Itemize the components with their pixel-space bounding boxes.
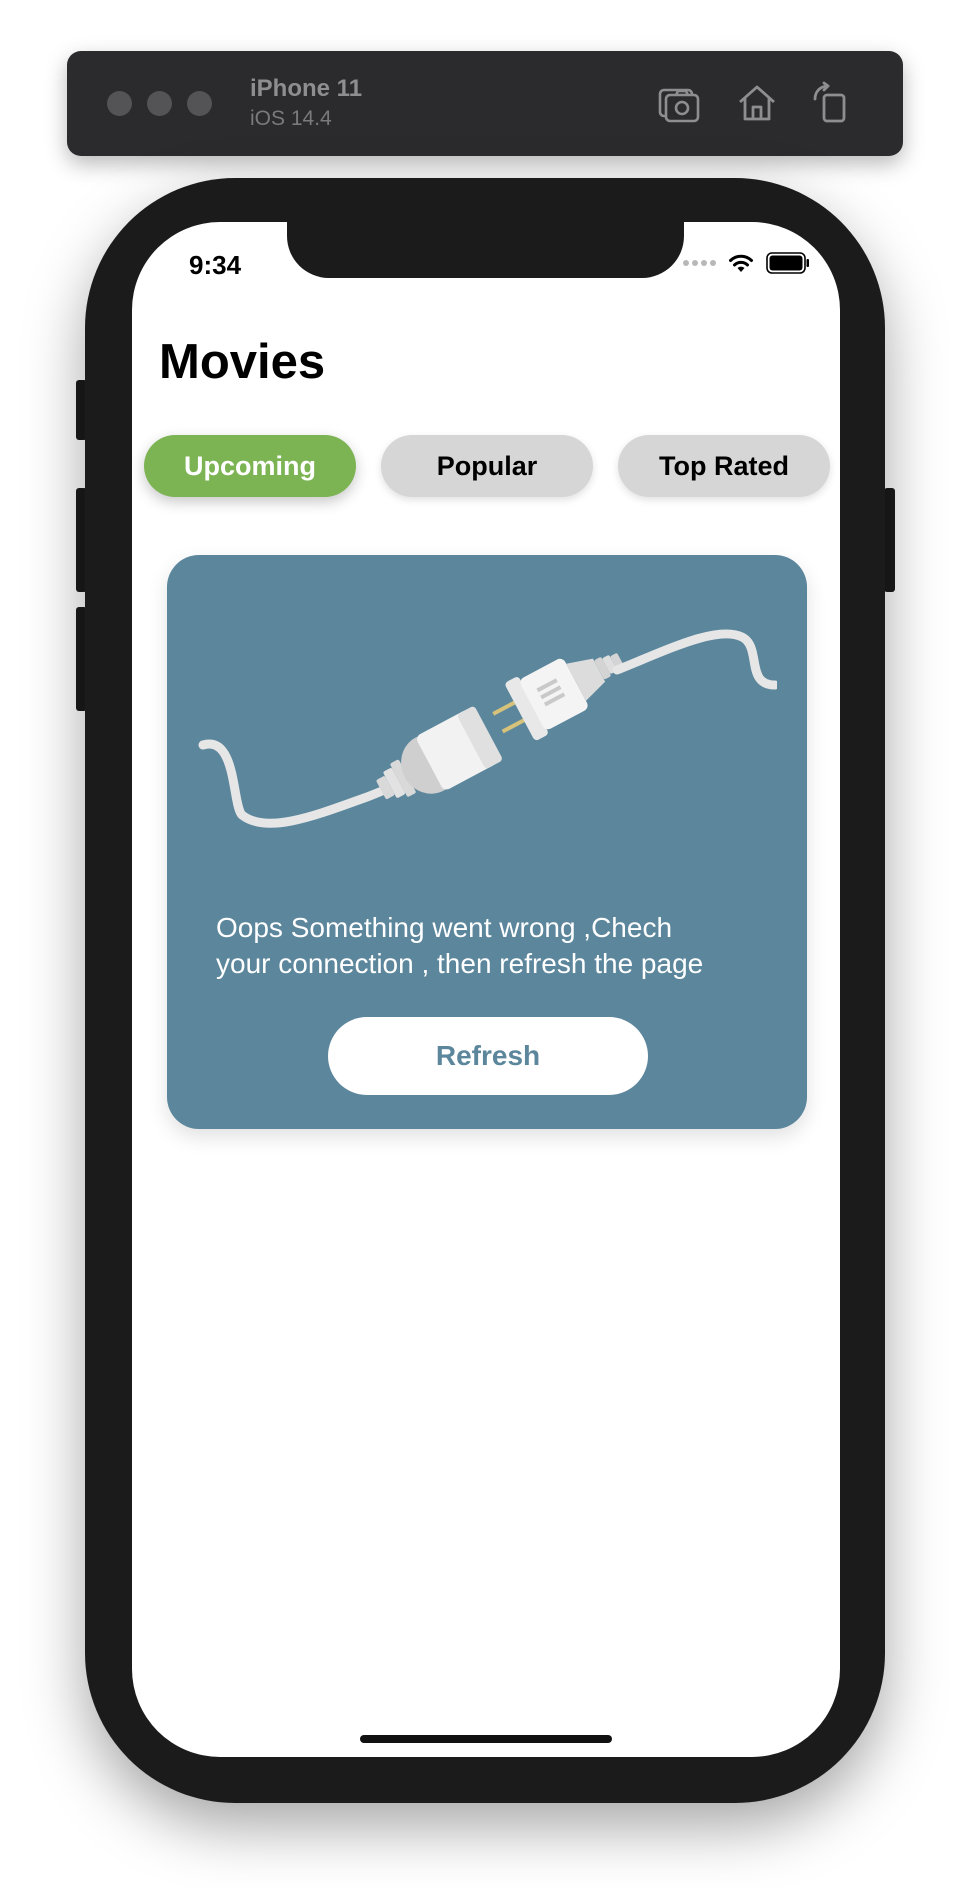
refresh-button[interactable]: Refresh bbox=[328, 1017, 648, 1095]
home-indicator[interactable] bbox=[360, 1735, 612, 1743]
status-time: 9:34 bbox=[189, 250, 242, 280]
window-close-dot[interactable] bbox=[107, 91, 132, 116]
phone-screen: 9:34 Movies Upcoming Popular Top Rated O… bbox=[132, 222, 840, 1757]
battery-icon bbox=[766, 252, 809, 274]
window-minimize-dot[interactable] bbox=[147, 91, 172, 116]
status-icons bbox=[683, 252, 810, 274]
simulator-toolbar: iPhone 11 iOS 14.4 bbox=[67, 51, 903, 156]
screenshot-icon[interactable] bbox=[657, 81, 701, 125]
category-tabs: Upcoming Popular Top Rated bbox=[144, 435, 830, 497]
error-message-line-1: Oops Something went wrong ,Chech bbox=[216, 912, 673, 943]
home-icon[interactable] bbox=[735, 81, 779, 125]
page-title: Movies bbox=[159, 335, 326, 389]
simulator-device-name: iPhone 11 bbox=[250, 75, 363, 102]
notch bbox=[287, 222, 684, 278]
wifi-icon bbox=[729, 254, 753, 272]
simulator-os-version: iOS 14.4 bbox=[250, 107, 332, 130]
rotate-icon[interactable] bbox=[809, 81, 853, 125]
error-message-line-2: your connection , then refresh the page bbox=[216, 948, 704, 979]
tab-popular[interactable]: Popular bbox=[381, 435, 593, 497]
cellular-icon bbox=[683, 260, 716, 266]
unplugged-cable-icon bbox=[197, 615, 780, 855]
error-message: Oops Something went wrong ,Chech your co… bbox=[216, 910, 776, 982]
tab-upcoming[interactable]: Upcoming bbox=[144, 435, 356, 497]
tab-top-rated[interactable]: Top Rated bbox=[618, 435, 830, 497]
power-button bbox=[884, 488, 895, 592]
window-zoom-dot[interactable] bbox=[187, 91, 212, 116]
error-card: Oops Something went wrong ,Chech your co… bbox=[167, 555, 807, 1129]
